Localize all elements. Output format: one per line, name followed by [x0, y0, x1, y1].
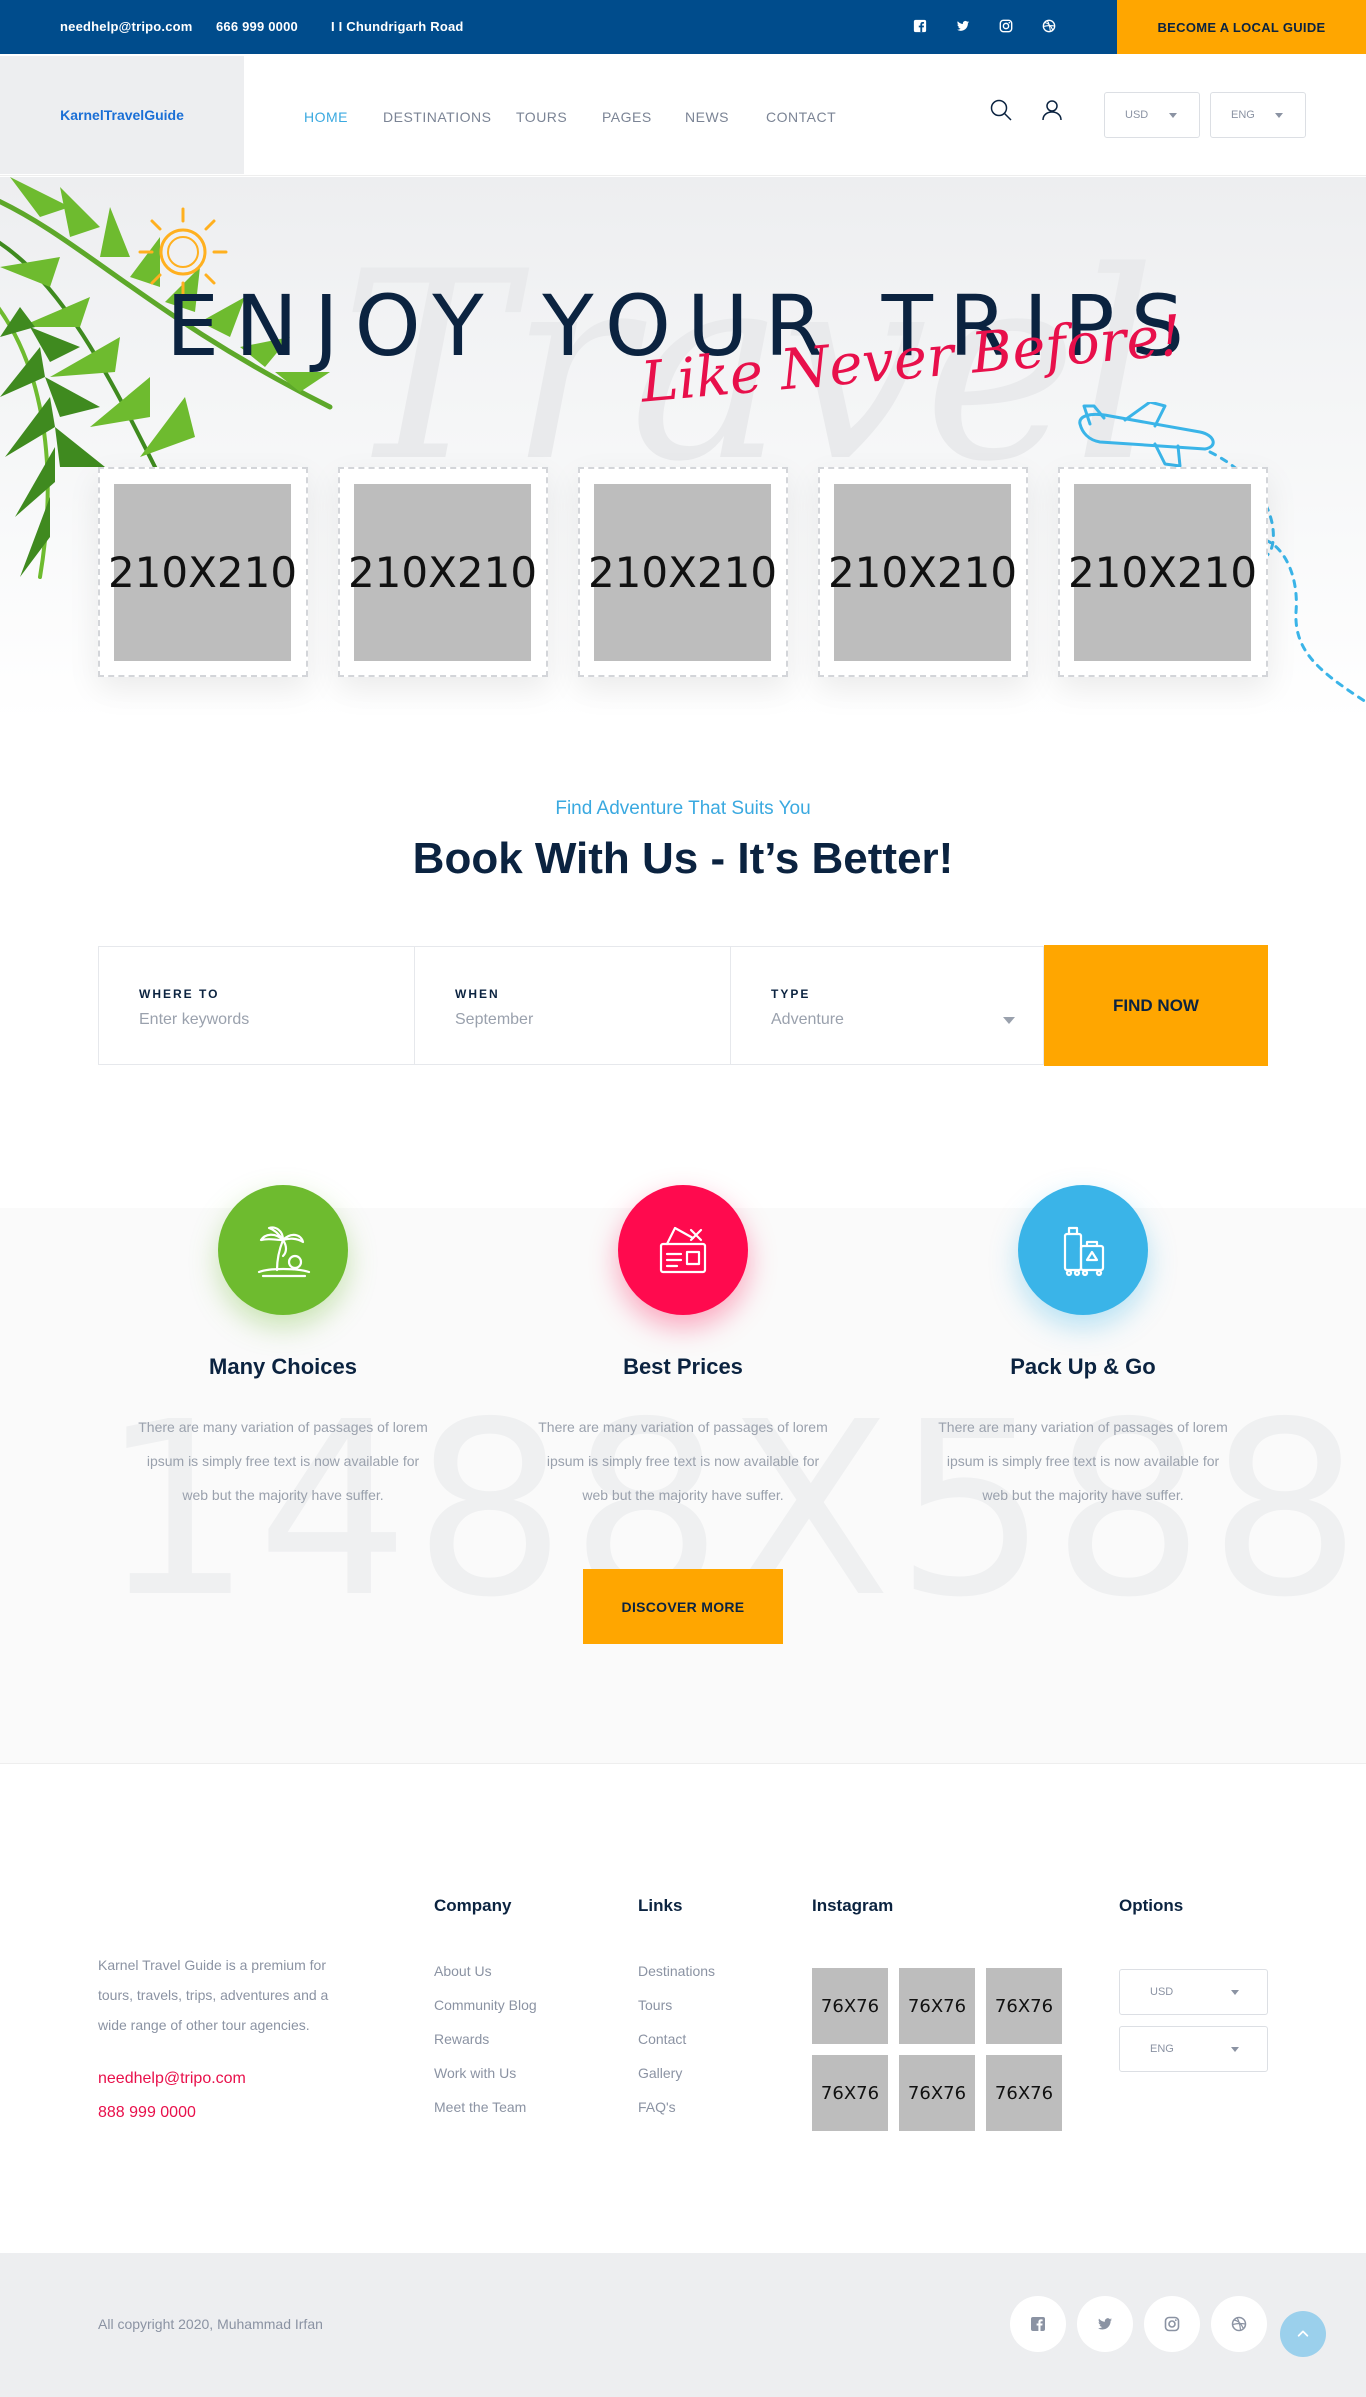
footer-link[interactable]: Rewards	[434, 2031, 489, 2047]
chevron-down-icon	[1003, 1017, 1015, 1024]
nav-pages[interactable]: PAGES	[602, 109, 652, 125]
dribbble-icon[interactable]	[1040, 17, 1058, 35]
become-guide-button[interactable]: BECOME A LOCAL GUIDE	[1117, 0, 1366, 54]
facebook-icon[interactable]	[1010, 2296, 1066, 2352]
footer-links-title: Links	[638, 1896, 683, 1915]
when-input[interactable]: September	[455, 1011, 533, 1029]
feature-text: There are many variation of passages of …	[538, 1419, 828, 1503]
footer-link[interactable]: FAQ's	[638, 2099, 676, 2115]
facebook-icon[interactable]	[911, 17, 929, 35]
where-to-label: WHERE TO	[139, 987, 220, 1001]
user-icon[interactable]	[1040, 98, 1068, 126]
feature-text: There are many variation of passages of …	[938, 1419, 1228, 1503]
destination-card[interactable]: 210X210	[98, 467, 308, 677]
instagram-thumb[interactable]: 76X76	[899, 2055, 975, 2131]
feature-title: Best Prices	[623, 1354, 743, 1379]
twitter-icon[interactable]	[954, 17, 972, 35]
type-select[interactable]: TYPE Adventure	[731, 947, 1045, 1064]
feature-title: Pack Up & Go	[1010, 1354, 1156, 1379]
site-logo[interactable]: KarnelTravelGuide	[0, 56, 244, 174]
hero-section: Travel ENJOY YOUR TRIPS Like Never Befor…	[0, 177, 1366, 722]
destination-card[interactable]: 210X210	[338, 467, 548, 677]
destination-image: 210X210	[108, 484, 297, 661]
language-select[interactable]: ENG	[1210, 92, 1306, 138]
destination-card[interactable]: 210X210	[818, 467, 1028, 677]
island-icon	[218, 1185, 348, 1315]
footer-phone[interactable]: 888 999 0000	[98, 2104, 196, 2122]
when-field[interactable]: WHEN September	[415, 947, 731, 1064]
booking-title: Book With Us - It’s Better!	[412, 834, 954, 883]
currency-value: USD	[1150, 1986, 1174, 1998]
find-now-button[interactable]: FIND NOW	[1044, 945, 1268, 1066]
instagram-icon[interactable]	[1144, 2296, 1200, 2352]
language-value: ENG	[1150, 2043, 1174, 2055]
chevron-down-icon	[1231, 2047, 1239, 2052]
discover-more-button[interactable]: DISCOVER MORE	[583, 1569, 783, 1644]
booking-form: WHERE TO Enter keywords WHEN September T…	[98, 946, 1044, 1065]
scroll-to-top-button[interactable]	[1280, 2311, 1326, 2357]
footer-company-title: Company	[434, 1896, 512, 1915]
footer-link[interactable]: Gallery	[638, 2065, 682, 2081]
nav-destinations[interactable]: DESTINATIONS	[383, 109, 491, 125]
topbar-email[interactable]: needhelp@tripo.com	[60, 19, 193, 34]
chevron-up-icon	[1297, 2330, 1309, 2337]
nav-news[interactable]: NEWS	[685, 109, 729, 125]
booking-subtitle: Find Adventure That Suits You	[555, 798, 811, 819]
topbar-address: I I Chundrigarh Road	[331, 19, 464, 34]
footer-link[interactable]: Contact	[638, 2031, 686, 2047]
nav-tours[interactable]: TOURS	[516, 109, 567, 125]
footer-link[interactable]: Community Blog	[434, 1997, 537, 2013]
instagram-thumb[interactable]: 76X76	[812, 1968, 888, 2044]
language-value: ENG	[1231, 109, 1255, 121]
instagram-thumb[interactable]: 76X76	[986, 1968, 1062, 2044]
nav-home[interactable]: HOME	[304, 109, 348, 125]
destination-image: 210X210	[1068, 484, 1257, 661]
destination-card[interactable]: 210X210	[1058, 467, 1268, 677]
chevron-down-icon	[1275, 113, 1283, 118]
nav-contact[interactable]: CONTACT	[766, 109, 836, 125]
currency-value: USD	[1125, 109, 1149, 121]
when-label: WHEN	[455, 987, 500, 1001]
chevron-down-icon	[1231, 1990, 1239, 1995]
luggage-icon	[1018, 1185, 1148, 1315]
ticket-icon	[618, 1185, 748, 1315]
destination-card[interactable]: 210X210	[578, 467, 788, 677]
footer-link[interactable]: Work with Us	[434, 2065, 516, 2081]
feature-text: There are many variation of passages of …	[138, 1419, 428, 1503]
copyright-text: All copyright 2020, Muhammad Irfan	[98, 2316, 323, 2332]
footer-about: Karnel Travel Guide is a premium for tou…	[98, 1957, 329, 2033]
destination-image: 210X210	[828, 484, 1017, 661]
chevron-down-icon	[1169, 113, 1177, 118]
footer-link[interactable]: Destinations	[638, 1963, 715, 1979]
feature-title: Many Choices	[209, 1354, 357, 1379]
instagram-thumb[interactable]: 76X76	[812, 2055, 888, 2131]
currency-select[interactable]: USD	[1104, 92, 1200, 138]
footer-email[interactable]: needhelp@tripo.com	[98, 2070, 246, 2088]
footer-options-title: Options	[1119, 1896, 1184, 1915]
topbar-phone[interactable]: 666 999 0000	[216, 19, 298, 34]
destination-image: 210X210	[348, 484, 537, 661]
footer-language-select[interactable]: ENG	[1119, 2026, 1268, 2072]
type-label: TYPE	[771, 987, 811, 1001]
top-bar: needhelp@tripo.com 666 999 0000 I I Chun…	[0, 0, 1366, 54]
search-icon[interactable]	[989, 98, 1017, 126]
type-value: Adventure	[771, 1011, 844, 1028]
footer-currency-select[interactable]: USD	[1119, 1969, 1268, 2015]
main-header: KarnelTravelGuide HOME DESTINATIONS TOUR…	[0, 54, 1366, 176]
where-to-field[interactable]: WHERE TO Enter keywords	[99, 947, 415, 1064]
twitter-icon[interactable]	[1077, 2296, 1133, 2352]
instagram-thumb[interactable]: 76X76	[899, 1968, 975, 2044]
dribbble-icon[interactable]	[1211, 2296, 1267, 2352]
footer-link[interactable]: Meet the Team	[434, 2099, 526, 2115]
destination-image: 210X210	[588, 484, 777, 661]
footer-link[interactable]: About Us	[434, 1963, 492, 1979]
footer-link[interactable]: Tours	[638, 1997, 672, 2013]
instagram-thumb[interactable]: 76X76	[986, 2055, 1062, 2131]
footer-instagram-title: Instagram	[812, 1896, 894, 1915]
instagram-icon[interactable]	[997, 17, 1015, 35]
where-to-input[interactable]: Enter keywords	[139, 1011, 249, 1029]
